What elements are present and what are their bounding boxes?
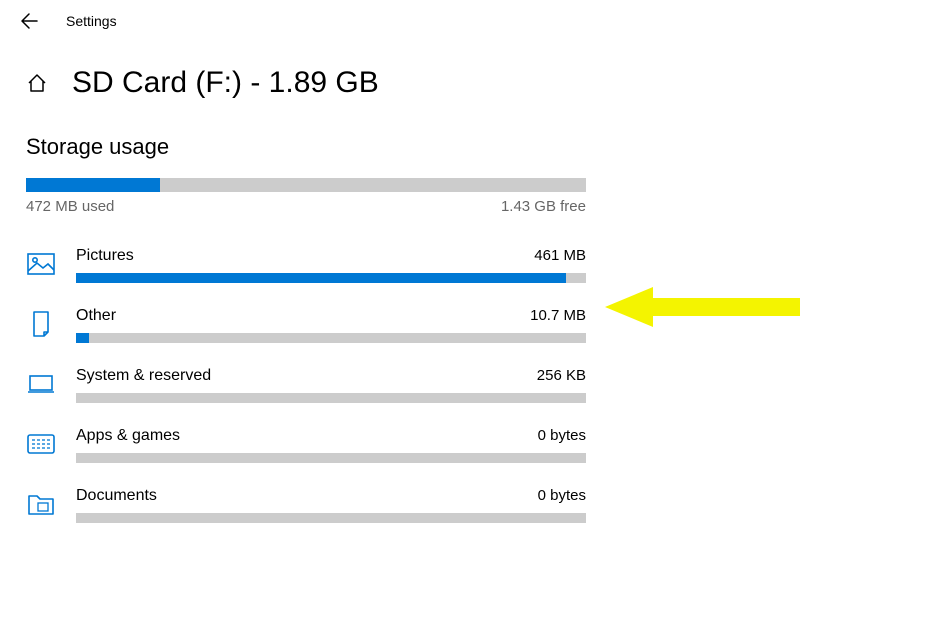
used-label: 472 MB used bbox=[26, 198, 114, 215]
category-content: Documents 0 bytes bbox=[76, 487, 586, 523]
category-size: 461 MB bbox=[534, 247, 586, 264]
back-button[interactable] bbox=[20, 12, 38, 30]
categories-list: Pictures 461 MB Other 10.7 MB bbox=[0, 215, 950, 533]
category-bar bbox=[76, 333, 586, 343]
category-documents[interactable]: Documents 0 bytes bbox=[26, 473, 924, 533]
category-content: Pictures 461 MB bbox=[76, 247, 586, 283]
category-system[interactable]: System & reserved 256 KB bbox=[26, 353, 924, 413]
free-label: 1.43 GB free bbox=[501, 198, 586, 215]
category-bar bbox=[76, 453, 586, 463]
category-content: Apps & games 0 bytes bbox=[76, 427, 586, 463]
category-size: 10.7 MB bbox=[530, 307, 586, 324]
category-size: 0 bytes bbox=[538, 427, 586, 444]
category-bar-fill bbox=[76, 333, 89, 343]
overall-bar-fill bbox=[26, 178, 160, 192]
category-bar bbox=[76, 273, 586, 283]
category-content: System & reserved 256 KB bbox=[76, 367, 586, 403]
section-title: Storage usage bbox=[0, 108, 950, 178]
back-arrow-icon bbox=[20, 12, 38, 30]
category-content: Other 10.7 MB bbox=[76, 307, 586, 343]
category-bar-fill bbox=[76, 273, 566, 283]
documents-icon bbox=[26, 489, 56, 519]
category-name: System & reserved bbox=[76, 367, 211, 385]
overall-bar bbox=[26, 178, 586, 192]
top-bar: Settings bbox=[0, 0, 950, 42]
home-icon bbox=[26, 72, 48, 94]
category-name: Documents bbox=[76, 487, 157, 505]
category-other[interactable]: Other 10.7 MB bbox=[26, 293, 924, 353]
pictures-icon bbox=[26, 249, 56, 279]
category-apps[interactable]: Apps & games 0 bytes bbox=[26, 413, 924, 473]
apps-icon bbox=[26, 429, 56, 459]
overall-usage: 472 MB used 1.43 GB free bbox=[0, 178, 612, 215]
settings-label: Settings bbox=[66, 13, 117, 29]
category-bar bbox=[76, 513, 586, 523]
home-button[interactable] bbox=[26, 72, 48, 94]
category-size: 256 KB bbox=[537, 367, 586, 384]
system-icon bbox=[26, 369, 56, 399]
category-name: Pictures bbox=[76, 247, 134, 265]
category-name: Apps & games bbox=[76, 427, 180, 445]
category-bar bbox=[76, 393, 586, 403]
category-name: Other bbox=[76, 307, 116, 325]
category-size: 0 bytes bbox=[538, 487, 586, 504]
overall-labels: 472 MB used 1.43 GB free bbox=[26, 198, 586, 215]
page-header: SD Card (F:) - 1.89 GB bbox=[0, 42, 950, 108]
page-title: SD Card (F:) - 1.89 GB bbox=[72, 66, 379, 100]
other-icon bbox=[26, 309, 56, 339]
category-pictures[interactable]: Pictures 461 MB bbox=[26, 233, 924, 293]
